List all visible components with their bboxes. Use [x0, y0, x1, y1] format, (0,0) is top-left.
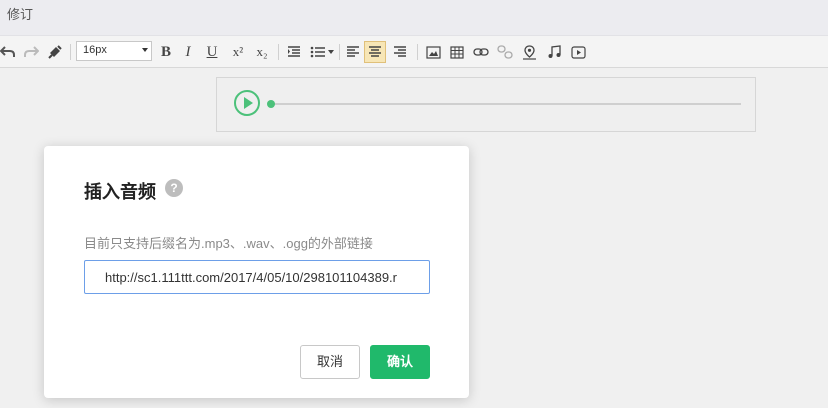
underline-icon[interactable]: U	[204, 41, 220, 63]
link-icon[interactable]	[470, 41, 492, 63]
superscript-icon[interactable]: x²	[228, 41, 248, 63]
align-left-icon[interactable]	[342, 41, 364, 63]
play-icon[interactable]	[234, 90, 260, 116]
toolbar-buttons: B I U x² x₂	[0, 36, 828, 68]
table-icon[interactable]	[446, 41, 468, 63]
audio-player	[216, 77, 756, 132]
music-icon[interactable]	[543, 41, 565, 63]
title-bar: 修订	[0, 0, 828, 36]
align-right-icon[interactable]	[389, 41, 411, 63]
bold-icon[interactable]: B	[158, 41, 174, 63]
toolbar-divider	[339, 44, 340, 60]
map-icon[interactable]	[518, 41, 540, 63]
video-icon[interactable]	[567, 41, 589, 63]
list-dropdown-icon[interactable]	[325, 41, 337, 63]
confirm-button[interactable]: 确认	[370, 345, 430, 379]
help-icon[interactable]: ?	[165, 179, 183, 197]
image-icon[interactable]	[422, 41, 444, 63]
cancel-button[interactable]: 取消	[300, 345, 360, 379]
format-hint: 目前只支持后缀名为.mp3、.wav、.ogg的外部链接	[84, 236, 373, 251]
window-title: 修订	[7, 7, 34, 22]
audio-progress-handle[interactable]	[267, 100, 275, 108]
toolbar-divider	[417, 44, 418, 60]
indent-icon[interactable]	[283, 41, 305, 63]
unlink-icon[interactable]	[494, 41, 516, 63]
dialog-title: 插入音频	[84, 182, 156, 202]
toolbar-divider	[278, 44, 279, 60]
audio-progress-track[interactable]	[271, 103, 741, 105]
align-center-icon[interactable]	[364, 41, 386, 63]
insert-audio-dialog: 插入音频 ? 目前只支持后缀名为.mp3、.wav、.ogg的外部链接 取消 确…	[44, 146, 469, 398]
italic-icon[interactable]: I	[180, 41, 196, 63]
subscript-icon[interactable]: x₂	[252, 41, 272, 63]
audio-url-input[interactable]	[84, 260, 430, 294]
